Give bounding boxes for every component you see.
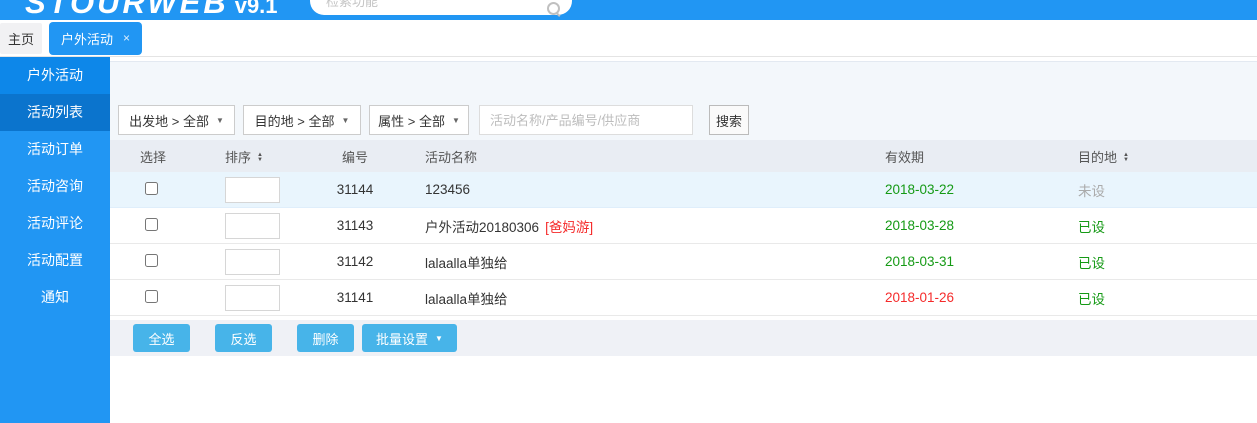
row-checkbox[interactable] [145, 254, 158, 267]
activity-id: 31141 [310, 290, 400, 305]
chevron-down-icon: ▼ [216, 116, 224, 125]
sidebar-item-notifications[interactable]: 通知 [0, 279, 110, 316]
row-checkbox[interactable] [145, 290, 158, 303]
destination-status: 未设 [1078, 184, 1105, 199]
destination-status: 已设 [1078, 292, 1105, 307]
activity-name: lalaalla单独给 [425, 256, 508, 271]
batch-settings-button[interactable]: 批量设置 ▼ [362, 324, 457, 352]
delete-button[interactable]: 删除 [297, 324, 354, 352]
activity-name: 户外活动20180306 [425, 220, 539, 235]
sort-order-input[interactable] [225, 249, 280, 275]
activity-name: 123456 [425, 182, 470, 197]
departure-filter-dropdown[interactable]: 出发地 > 全部 ▼ [118, 105, 235, 135]
header-id: 编号 [310, 147, 400, 166]
tab-home[interactable]: 主页 [0, 23, 42, 54]
sidebar-item-outdoor-activity[interactable]: 户外活动 [0, 57, 110, 94]
chevron-down-icon: ▼ [341, 116, 349, 125]
expiry-date: 2018-03-31 [885, 254, 954, 269]
header-destination: 目的地▲▼ [1040, 147, 1257, 166]
header-name: 活动名称 [400, 147, 860, 166]
sidebar-item-activity-orders[interactable]: 活动订单 [0, 131, 110, 168]
table-row: 31144 123456 2018-03-22 未设 [110, 172, 1257, 208]
close-tab-icon[interactable]: × [123, 32, 130, 44]
table-header: 选择 排序▲▼ 编号 活动名称 有效期 目的地▲▼ [110, 140, 1257, 172]
destination-filter-dropdown[interactable]: 目的地 > 全部 ▼ [243, 105, 361, 135]
table-row: 31142 lalaalla单独给 2018-03-31 已设 [110, 244, 1257, 280]
destination-status: 已设 [1078, 256, 1105, 271]
sidebar-item-activity-reviews[interactable]: 活动评论 [0, 205, 110, 242]
attribute-filter-dropdown[interactable]: 属性 > 全部 ▼ [369, 105, 469, 135]
tab-label: 户外活动 [61, 29, 113, 48]
logo-version: v9.1 [235, 0, 278, 18]
activity-id: 31142 [310, 254, 400, 269]
sort-order-icon[interactable]: ▲▼ [257, 153, 263, 163]
sort-destination-icon[interactable]: ▲▼ [1123, 153, 1129, 163]
tab-bar: 主页 户外活动 × [0, 20, 1257, 57]
attribute-filter-label: 属性 > 全部 [378, 111, 445, 130]
sidebar-item-activity-inquiries[interactable]: 活动咨询 [0, 168, 110, 205]
sidebar: 户外活动 活动列表 活动订单 活动咨询 活动评论 活动配置 通知 [0, 57, 110, 423]
sidebar-item-activity-list[interactable]: 活动列表 [0, 94, 110, 131]
search-button[interactable]: 搜索 [709, 105, 749, 135]
chevron-down-icon: ▼ [435, 334, 443, 343]
table-row: 31143 户外活动20180306 [爸妈游] 2018-03-28 已设 [110, 208, 1257, 244]
filter-section: 出发地 > 全部 ▼ 目的地 > 全部 ▼ 属性 > 全部 ▼ 搜索 [110, 61, 1257, 140]
expiry-date: 2018-01-26 [885, 290, 954, 305]
activity-id: 31143 [310, 218, 400, 233]
activity-id: 31144 [310, 182, 400, 197]
chevron-down-icon: ▼ [452, 116, 460, 125]
header-sort: 排序▲▼ [218, 147, 310, 166]
header-select: 选择 [110, 147, 218, 166]
activity-tag: [爸妈游] [545, 220, 593, 235]
sidebar-item-activity-config[interactable]: 活动配置 [0, 242, 110, 279]
departure-filter-label: 出发地 > 全部 [129, 111, 209, 130]
sort-order-input[interactable] [225, 177, 280, 203]
select-all-button[interactable]: 全选 [133, 324, 190, 352]
destination-status: 已设 [1078, 220, 1105, 235]
search-icon[interactable] [547, 2, 560, 15]
expiry-date: 2018-03-28 [885, 218, 954, 233]
sort-order-input[interactable] [225, 213, 280, 239]
main-content: 出发地 > 全部 ▼ 目的地 > 全部 ▼ 属性 > 全部 ▼ 搜索 选择 排序… [110, 57, 1257, 423]
row-checkbox[interactable] [145, 182, 158, 195]
keyword-search-input[interactable] [479, 105, 693, 135]
destination-filter-label: 目的地 > 全部 [255, 111, 335, 130]
row-checkbox[interactable] [145, 218, 158, 231]
expiry-date: 2018-03-22 [885, 182, 954, 197]
header-expiry: 有效期 [860, 147, 1040, 166]
invert-selection-button[interactable]: 反选 [215, 324, 272, 352]
batch-action-bar: 全选 反选 删除 批量设置 ▼ [110, 320, 1257, 356]
global-search-box[interactable] [310, 0, 572, 15]
app-header: STOURWEB v9.1 [0, 0, 1257, 20]
global-search-input[interactable] [326, 0, 547, 9]
logo-text: STOURWEB [25, 0, 229, 20]
tab-outdoor-activity[interactable]: 户外活动 × [49, 22, 142, 55]
table-row: 31141 lalaalla单独给 2018-01-26 已设 [110, 280, 1257, 316]
app-logo: STOURWEB v9.1 [25, 0, 278, 20]
activity-name: lalaalla单独给 [425, 292, 508, 307]
batch-settings-label: 批量设置 [376, 329, 428, 348]
sort-order-input[interactable] [225, 285, 280, 311]
